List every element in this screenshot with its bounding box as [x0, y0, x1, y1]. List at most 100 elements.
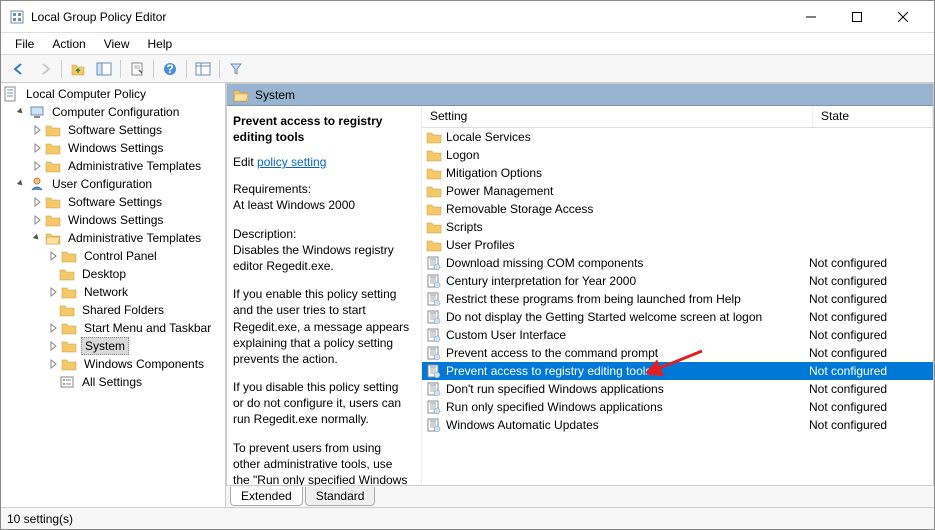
setting-state: Not configured	[809, 346, 929, 360]
setting-state: Not configured	[809, 382, 929, 396]
tree-software-settings[interactable]: Software Settings	[1, 121, 225, 139]
folder-icon	[45, 122, 61, 138]
list-row[interactable]: Scripts	[422, 218, 933, 236]
expand-icon[interactable]	[47, 358, 59, 370]
tree-desktop[interactable]: Desktop	[1, 265, 225, 283]
list-row[interactable]: Custom User InterfaceNot configured	[422, 326, 933, 344]
list-body[interactable]: Locale ServicesLogonMitigation Options Po…	[422, 128, 933, 485]
view-options-button[interactable]	[191, 58, 215, 80]
properties-button[interactable]	[125, 58, 149, 80]
tree-shared-folders[interactable]: Shared Folders	[1, 301, 225, 319]
policy-icon	[426, 381, 442, 397]
close-button[interactable]	[880, 2, 926, 32]
policy-icon	[426, 309, 442, 325]
setting-state: Not configured	[809, 418, 929, 432]
user-icon	[29, 176, 45, 192]
policy-icon	[426, 255, 442, 271]
tree-admin-templates[interactable]: Administrative Templates	[1, 157, 225, 175]
list-row[interactable]: Do not display the Getting Started welco…	[422, 308, 933, 326]
menubar: File Action View Help	[1, 33, 934, 55]
collapse-icon[interactable]	[31, 232, 43, 244]
tree-network[interactable]: Network	[1, 283, 225, 301]
tab-standard[interactable]: Standard	[305, 487, 376, 506]
tree-start-menu[interactable]: Start Menu and Taskbar	[1, 319, 225, 337]
setting-state: Not configured	[809, 292, 929, 306]
details-pane: Prevent access to registry editing tools…	[227, 106, 422, 485]
tree-software-settings-2[interactable]: Software Settings	[1, 193, 225, 211]
collapse-icon[interactable]	[15, 178, 27, 190]
list-row[interactable]: Locale Services	[422, 128, 933, 146]
setting-name: Restrict these programs from being launc…	[446, 292, 809, 306]
list-row[interactable]: Power Management	[422, 182, 933, 200]
menu-help[interactable]: Help	[140, 35, 181, 53]
folder-icon	[45, 212, 61, 228]
computer-icon	[29, 104, 45, 120]
expand-icon[interactable]	[47, 250, 59, 262]
tree-root[interactable]: Local Computer Policy	[1, 85, 225, 103]
edit-policy-link[interactable]: policy setting	[257, 155, 326, 169]
list-row[interactable]: Logon	[422, 146, 933, 164]
tree-user-config[interactable]: User Configuration	[1, 175, 225, 193]
expand-icon[interactable]	[31, 160, 43, 172]
list-row[interactable]: Prevent access to the command promptNot …	[422, 344, 933, 362]
tree-label: Local Computer Policy	[23, 86, 149, 102]
list-row[interactable]: User Profiles	[422, 236, 933, 254]
menu-action[interactable]: Action	[44, 35, 93, 53]
help-button[interactable]: ?	[158, 58, 182, 80]
collapse-icon[interactable]	[15, 106, 27, 118]
list-row[interactable]: Download missing COM componentsNot confi…	[422, 254, 933, 272]
tree-windows-components[interactable]: Windows Components	[1, 355, 225, 373]
list-row[interactable]: Windows Automatic UpdatesNot configured	[422, 416, 933, 434]
settings-list: Setting State Locale ServicesLogonMitiga…	[422, 106, 933, 485]
setting-state: Not configured	[809, 274, 929, 288]
tree-label: Network	[81, 284, 131, 300]
list-row[interactable]: Mitigation Options	[422, 164, 933, 182]
list-row[interactable]: Prevent access to registry editing tools…	[422, 362, 933, 380]
tab-extended[interactable]: Extended	[230, 487, 303, 506]
forward-button[interactable]	[33, 58, 57, 80]
setting-name: Power Management	[446, 184, 809, 198]
col-state[interactable]: State	[813, 106, 933, 127]
tree-pane[interactable]: Local Computer Policy Computer Configura…	[1, 83, 226, 507]
main-area: Local Computer Policy Computer Configura…	[1, 83, 934, 507]
tree-label: Control Panel	[81, 248, 160, 264]
minimize-button[interactable]	[788, 2, 834, 32]
list-row[interactable]: Removable Storage Access	[422, 200, 933, 218]
list-row[interactable]: Restrict these programs from being launc…	[422, 290, 933, 308]
tree-label: Start Menu and Taskbar	[81, 320, 214, 336]
setting-name: Removable Storage Access	[446, 202, 809, 216]
tree-windows-settings-2[interactable]: Windows Settings	[1, 211, 225, 229]
maximize-button[interactable]	[834, 2, 880, 32]
setting-name: Custom User Interface	[446, 328, 809, 342]
expand-icon[interactable]	[47, 286, 59, 298]
expand-icon[interactable]	[31, 124, 43, 136]
tree-computer-config[interactable]: Computer Configuration	[1, 103, 225, 121]
list-row[interactable]: Run only specified Windows applicationsN…	[422, 398, 933, 416]
col-setting[interactable]: Setting	[422, 106, 813, 127]
tree-admin-templates-2[interactable]: Administrative Templates	[1, 229, 225, 247]
menu-view[interactable]: View	[96, 35, 138, 53]
tree-system[interactable]: System	[1, 337, 225, 355]
tree-windows-settings[interactable]: Windows Settings	[1, 139, 225, 157]
tree-all-settings[interactable]: All Settings	[1, 373, 225, 391]
menu-file[interactable]: File	[7, 35, 42, 53]
expand-icon[interactable]	[31, 214, 43, 226]
expand-icon[interactable]	[47, 322, 59, 334]
tree-control-panel[interactable]: Control Panel	[1, 247, 225, 265]
back-button[interactable]	[7, 58, 31, 80]
list-row[interactable]: Century interpretation for Year 2000Not …	[422, 272, 933, 290]
folder-open-icon	[233, 88, 249, 102]
expand-icon[interactable]	[31, 196, 43, 208]
expand-icon[interactable]	[47, 340, 59, 352]
show-hide-tree-button[interactable]	[92, 58, 116, 80]
edit-policy-line: Edit policy setting	[233, 155, 411, 169]
expand-icon[interactable]	[31, 142, 43, 154]
policy-icon	[426, 363, 442, 379]
filter-button[interactable]	[224, 58, 248, 80]
folder-icon	[426, 147, 442, 163]
up-button[interactable]	[66, 58, 90, 80]
setting-name: Prevent access to registry editing tools	[446, 364, 809, 378]
list-row[interactable]: Don't run specified Windows applications…	[422, 380, 933, 398]
folder-icon	[45, 158, 61, 174]
description-label: Description:	[233, 226, 411, 242]
